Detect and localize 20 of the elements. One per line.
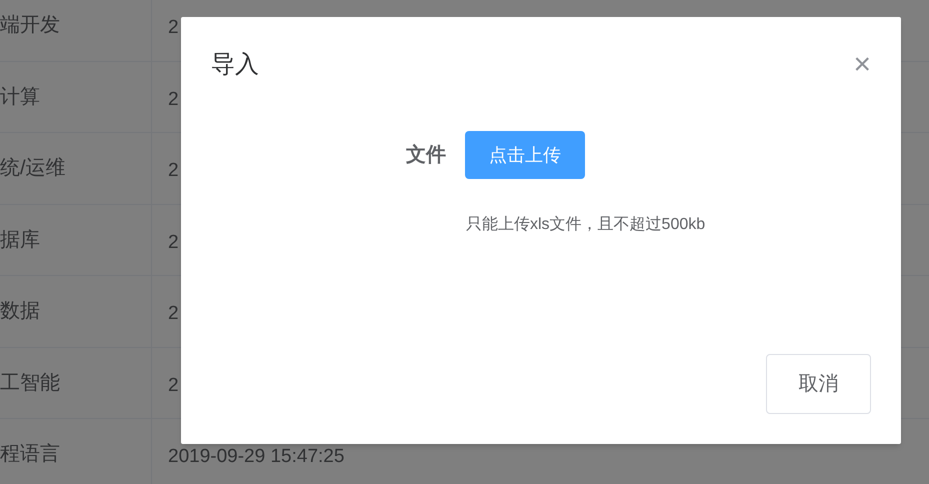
table-cell-text: 2	[168, 302, 179, 326]
upload-tip: 只能上传xls文件，且不超过500kb	[466, 214, 706, 235]
table-cell-text: 数据	[0, 299, 40, 324]
table-cell-text: 工智能	[0, 370, 60, 396]
cancel-button[interactable]: 取消	[766, 354, 871, 414]
table-cell-text: 计算	[0, 84, 40, 110]
table-cell-text: 端开发	[0, 13, 60, 38]
upload-button[interactable]: 点击上传	[465, 131, 585, 179]
table-cell-text: 2	[168, 230, 179, 254]
field-label: 文件	[406, 142, 446, 168]
dialog-title: 导入	[211, 50, 259, 80]
table-cell-text: 据库	[0, 228, 40, 253]
close-button[interactable]: ×	[853, 50, 871, 80]
table-cell-text: 2	[168, 374, 179, 398]
table-cell-text: 程语言	[0, 442, 60, 468]
table-cell-text: 2	[168, 16, 179, 40]
table-cell-text: 2	[168, 88, 179, 112]
table-cell-text: 统/运维	[0, 156, 66, 182]
table-cell-text: 2019-09-29 15:47:25	[168, 445, 344, 469]
table-cell-text: 2	[168, 159, 179, 183]
